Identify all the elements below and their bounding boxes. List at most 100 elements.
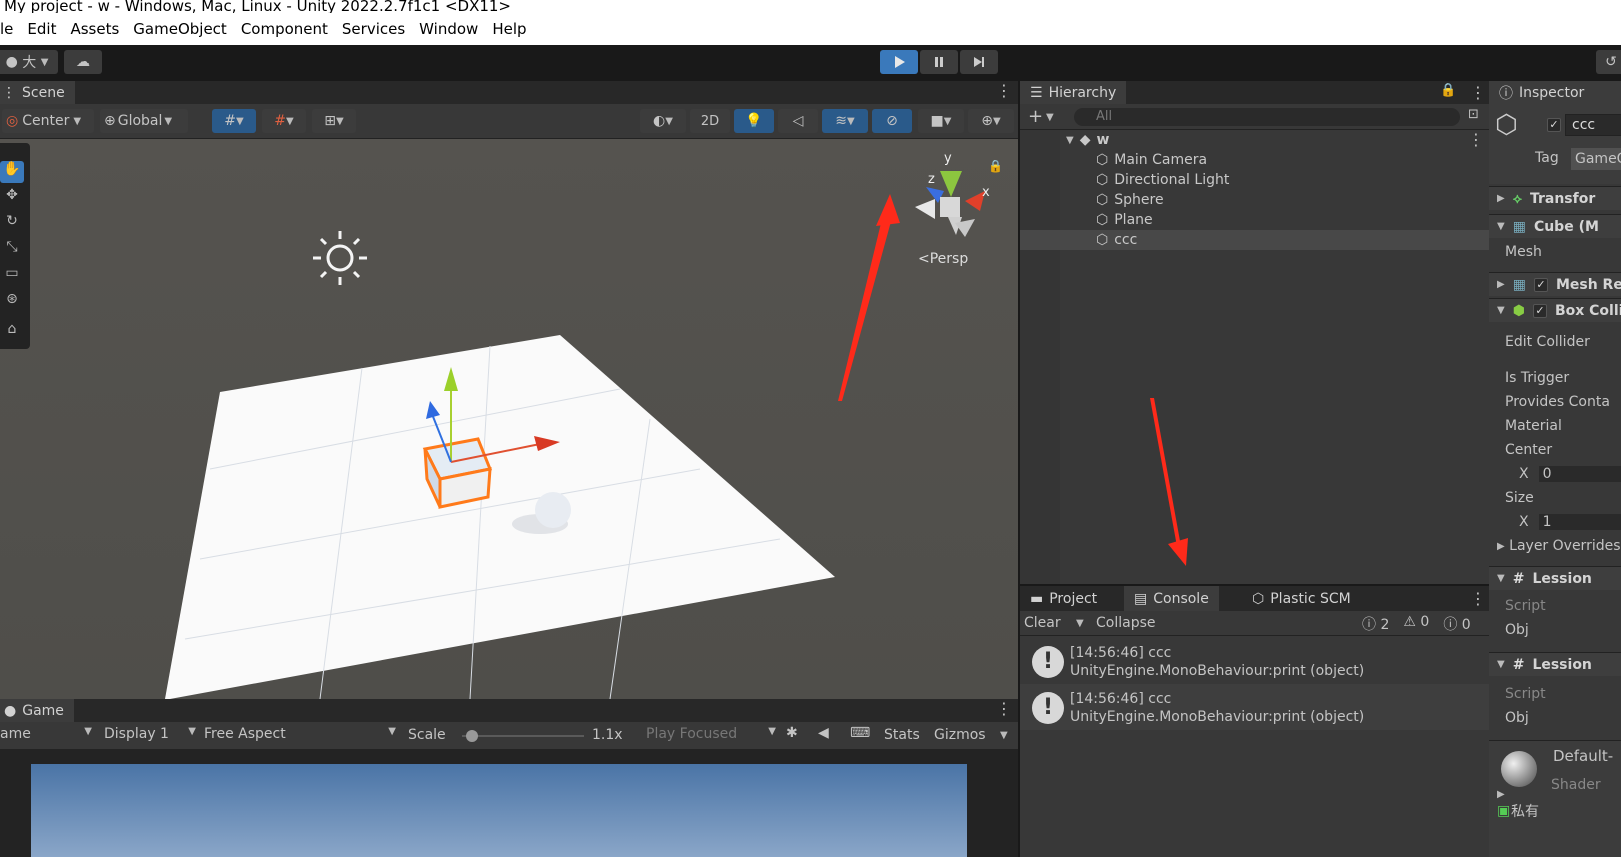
expand-arrow-icon[interactable]: ▶ (1497, 541, 1505, 552)
history-button[interactable]: ↺ (1596, 50, 1621, 74)
play-button[interactable] (880, 50, 918, 74)
draw-mode-dropdown[interactable]: ◐ ▼ (640, 109, 686, 133)
hand-tool-icon[interactable]: ✋ (0, 161, 24, 183)
error-toggle[interactable]: ⓘ 0 (1443, 614, 1470, 634)
view-dropdown[interactable]: ame ▼ (0, 726, 92, 742)
expand-arrow-icon[interactable]: ▶ (1497, 789, 1505, 800)
warning-toggle[interactable]: ⚠ 0 (1403, 614, 1429, 634)
rect-tool-icon[interactable]: ▭ (0, 265, 24, 287)
lock-icon[interactable]: 🔒 (1440, 83, 1456, 98)
scene-menu-icon[interactable]: ⋮ (996, 81, 1012, 100)
expand-arrow-icon[interactable]: ▼ (1497, 221, 1505, 232)
scene-row-menu-icon[interactable]: ⋮ (1468, 130, 1484, 149)
menu-help[interactable]: Help (492, 20, 526, 38)
bug-icon[interactable]: ✱ (786, 725, 798, 741)
camera-dropdown[interactable]: ■ ▼ (918, 109, 964, 133)
grid-visibility-toggle[interactable]: ⊞ ▼ (312, 109, 356, 133)
tab-hierarchy[interactable]: ☰ Hierarchy (1020, 81, 1127, 104)
tab-plastic-scm[interactable]: ⬡ Plastic SCM (1242, 586, 1361, 611)
cloud-button[interactable]: ☁ (64, 50, 102, 74)
keyboard-icon[interactable]: ⌨ (850, 725, 870, 741)
log-toggle[interactable]: ⓘ 2 (1362, 614, 1389, 634)
account-button[interactable]: ● 大 ▼ (0, 50, 58, 74)
layer-overrides-row[interactable]: ▶ Layer Overrides (1489, 534, 1621, 558)
expand-arrow-icon[interactable]: ▶ (1497, 193, 1505, 204)
list-item[interactable]: ⬡ Plane (1096, 210, 1153, 230)
move-tool-icon[interactable]: ✥ (0, 187, 24, 209)
edit-collider-row[interactable]: Edit Collider (1489, 330, 1621, 354)
clear-button[interactable]: Clear (1024, 615, 1061, 631)
mesh-filter-header[interactable]: ▼ ▦ Cube (M (1489, 214, 1621, 238)
grid-snap-toggle[interactable]: # ▼ (212, 109, 256, 133)
chevron-down-icon[interactable]: ▼ (1046, 112, 1054, 123)
collapse-button[interactable]: Collapse (1096, 615, 1156, 631)
script2-header[interactable]: ▼ # Lession (1489, 652, 1621, 676)
space-dropdown[interactable]: ⊕ Global ▼ (100, 109, 188, 133)
expand-arrow-icon[interactable]: ▼ (1497, 305, 1505, 316)
rotate-tool-icon[interactable]: ↻ (0, 213, 24, 235)
custom-tool-icon[interactable]: ⌂ (0, 321, 24, 343)
audio-toggle[interactable]: ◁ (778, 109, 818, 133)
menu-component[interactable]: Component (241, 20, 328, 38)
menu-gameobject[interactable]: GameObject (133, 20, 227, 38)
scale-slider-handle[interactable] (466, 730, 478, 742)
expand-arrow-icon[interactable]: ▼ (1066, 135, 1074, 146)
active-checkbox[interactable]: ✓ (1547, 118, 1561, 132)
hierarchy-search-input[interactable]: All (1074, 108, 1460, 126)
tab-game[interactable]: ● Game (0, 699, 74, 722)
game-menu-icon[interactable]: ⋮ (996, 699, 1012, 718)
pivot-dropdown[interactable]: ◎ Center ▼ (2, 109, 94, 133)
speaker-icon[interactable]: ◀ (818, 725, 829, 741)
menu-services[interactable]: Services (342, 20, 405, 38)
transform-header[interactable]: ▶ ⟡ Transfor (1489, 186, 1621, 210)
display-dropdown[interactable]: Display 1 ▼ (104, 726, 196, 742)
enabled-checkbox[interactable]: ✓ (1533, 277, 1548, 292)
2d-toggle[interactable]: 2D (690, 109, 730, 133)
console-entry[interactable]: ! [14:56:46] ccc UnityEngine.MonoBehavio… (1020, 638, 1490, 684)
menu-file[interactable]: le (0, 20, 13, 38)
gizmo-lock-icon[interactable]: 🔒 (988, 159, 1003, 173)
persp-label[interactable]: <Persp (918, 251, 968, 267)
clear-options-icon[interactable]: ▼ (1076, 618, 1084, 629)
menu-window[interactable]: Window (419, 20, 478, 38)
name-field[interactable]: ccc (1565, 114, 1621, 136)
console-menu-icon[interactable]: ⋮ (1470, 589, 1486, 608)
expand-arrow-icon[interactable]: ▼ (1497, 659, 1505, 670)
list-item[interactable]: ⬡ Directional Light (1096, 170, 1229, 190)
aspect-dropdown[interactable]: Free Aspect ▼ (204, 726, 396, 742)
game-viewport[interactable] (0, 749, 1018, 857)
hierarchy-menu-icon[interactable]: ⋮ (1470, 83, 1486, 102)
enabled-checkbox[interactable]: ✓ (1532, 303, 1547, 318)
size-x-field[interactable]: 1 (1538, 514, 1621, 530)
scene-search-icon[interactable]: ⊡ (1468, 107, 1479, 122)
stats-button[interactable]: Stats (884, 727, 920, 743)
list-item[interactable]: ⬡ Main Camera (1096, 150, 1207, 170)
lighting-toggle[interactable]: 💡 (734, 109, 774, 133)
gizmos-scene-dropdown[interactable]: ⊕ ▼ (968, 109, 1014, 133)
expand-arrow-icon[interactable]: ▶ (1497, 279, 1505, 290)
scale-tool-icon[interactable]: ⤡ (0, 239, 24, 261)
tab-inspector[interactable]: ⓘ Inspector (1489, 81, 1621, 104)
step-button[interactable] (960, 50, 998, 74)
scene-visibility-toggle[interactable]: ⊘ (872, 109, 912, 133)
play-focused-dropdown[interactable]: Play Focused ▼ (646, 726, 776, 742)
expand-arrow-icon[interactable]: ▼ (1497, 573, 1505, 584)
scene-row[interactable]: ▼ ◆ w (1066, 130, 1109, 150)
tag-dropdown[interactable]: GameO (1571, 148, 1621, 170)
box-collider-header[interactable]: ▼ ⬢ ✓ Box Colli (1489, 298, 1621, 322)
tab-console[interactable]: ▤ Console (1124, 586, 1219, 611)
pause-button[interactable] (920, 50, 958, 74)
center-x-field[interactable]: 0 (1538, 466, 1621, 482)
chevron-down-icon[interactable]: ▼ (1000, 730, 1008, 741)
scene-viewport[interactable]: y z x 🔒 <Persp ✋ ✥ ↻ ⤡ ▭ ⊛ ⌂ (0, 139, 1018, 699)
effects-toggle[interactable]: ≋ ▼ (822, 109, 868, 133)
menu-assets[interactable]: Assets (70, 20, 119, 38)
gizmos-button[interactable]: Gizmos (934, 727, 986, 743)
add-icon[interactable]: + (1028, 106, 1043, 127)
transform-tool-icon[interactable]: ⊛ (0, 291, 24, 313)
script1-header[interactable]: ▼ # Lession (1489, 566, 1621, 590)
scale-slider[interactable] (462, 730, 584, 742)
mesh-renderer-header[interactable]: ▶ ▦ ✓ Mesh Re (1489, 272, 1621, 296)
console-entry[interactable]: ! [14:56:46] ccc UnityEngine.MonoBehavio… (1020, 684, 1490, 730)
tab-project[interactable]: ▬ Project (1020, 586, 1108, 611)
